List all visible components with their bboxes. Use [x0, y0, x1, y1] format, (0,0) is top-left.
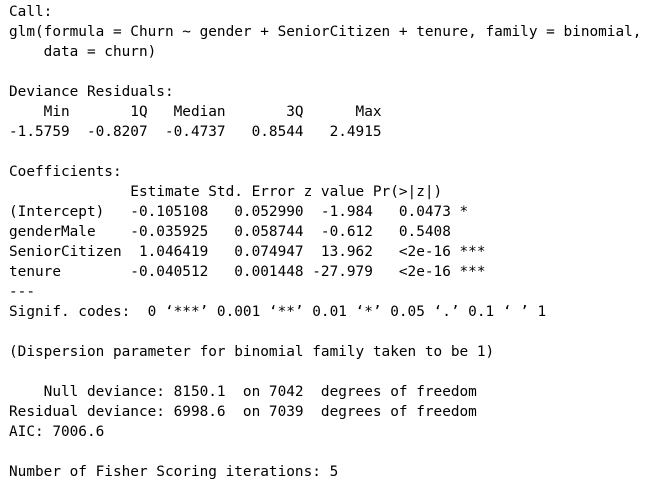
coefficient-row-gender-male: genderMale -0.035925 0.058744 -0.612 0.5…: [9, 224, 451, 240]
r-console-output: Call: glm(formula = Churn ~ gender + Sen…: [9, 2, 648, 495]
residual-deviance-line: Residual deviance: 6998.6 on 7039 degree…: [9, 404, 477, 420]
dispersion-note: (Dispersion parameter for binomial famil…: [9, 344, 495, 360]
signif-codes-line: Signif. codes: 0 ‘***’ 0.001 ‘**’ 0.01 ‘…: [9, 304, 547, 320]
deviance-residuals-labels: Min 1Q Median 3Q Max: [9, 104, 382, 120]
call-header: Call:: [9, 4, 53, 20]
null-deviance-line: Null deviance: 8150.1 on 7042 degrees of…: [9, 384, 477, 400]
coefficients-separator: ---: [9, 284, 35, 300]
call-data-line: data = churn): [9, 44, 157, 60]
coefficient-row-tenure: tenure -0.040512 0.001448 -27.979 <2e-16…: [9, 264, 486, 280]
coefficients-header: Coefficients:: [9, 164, 122, 180]
coefficients-column-headers: Estimate Std. Error z value Pr(>|z|): [9, 184, 443, 200]
aic-line: AIC: 7006.6: [9, 424, 105, 440]
fisher-iterations-line: Number of Fisher Scoring iterations: 5: [9, 464, 339, 480]
deviance-residuals-values: -1.5759 -0.8207 -0.4737 0.8544 2.4915: [9, 124, 382, 140]
deviance-residuals-header: Deviance Residuals:: [9, 84, 174, 100]
coefficient-row-intercept: (Intercept) -0.105108 0.052990 -1.984 0.…: [9, 204, 469, 220]
call-formula-line: glm(formula = Churn ~ gender + SeniorCit…: [9, 24, 642, 40]
coefficient-row-senior-citizen: SeniorCitizen 1.046419 0.074947 13.962 <…: [9, 244, 486, 260]
